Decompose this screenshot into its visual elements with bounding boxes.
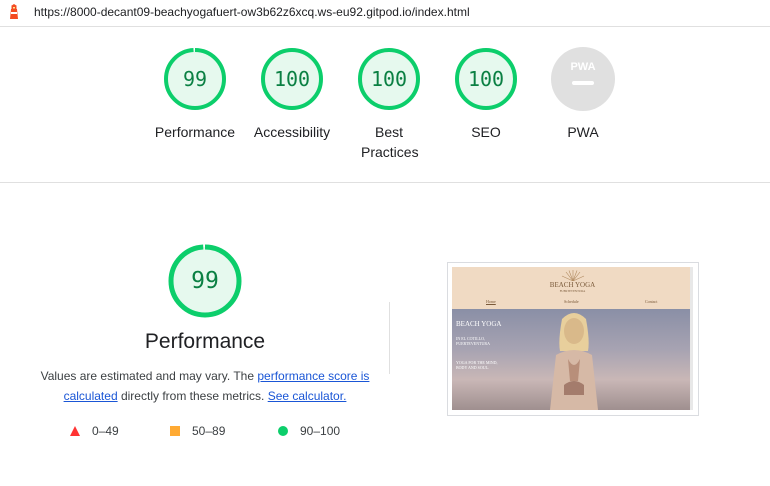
performance-description: Values are estimated and may vary. The p… [40, 366, 370, 406]
label-pwa: PWA [567, 124, 599, 140]
label-seo: SEO [471, 124, 501, 140]
legend-fail: 0–49 [70, 424, 119, 438]
pwa-badge-icon: PWA [551, 47, 615, 111]
screenshot-page: BEACH YOGA FUERTEVENTURA Home Schedule C… [452, 267, 693, 410]
screenshot-nav-home: Home [486, 299, 496, 304]
legend-range: 0–49 [92, 424, 119, 438]
score-value: 99 [182, 67, 208, 91]
gauge-performance[interactable]: 99 [163, 47, 227, 111]
gauge-best-practices[interactable]: 100 [357, 47, 421, 111]
triangle-red-icon [70, 426, 80, 436]
screenshot-logo-sub: FUERTEVENTURA [559, 289, 586, 293]
sun-logo-icon [561, 270, 585, 281]
score-value: 100 [370, 67, 408, 91]
label-accessibility: Accessibility [253, 124, 331, 140]
screenshot-logo: BEACH YOGA [549, 281, 596, 289]
label-performance: Performance [154, 124, 236, 140]
legend-average: 50–89 [170, 424, 225, 438]
yoga-person-image [550, 313, 598, 410]
calculator-link[interactable]: See calculator. [268, 389, 347, 403]
score-value: 100 [467, 67, 505, 91]
score-value: 100 [273, 67, 311, 91]
section-divider [0, 182, 770, 183]
screenshot-nav-contact: Contact [645, 299, 658, 304]
svg-text:PWA: PWA [570, 61, 595, 73]
desc-middle: directly from these metrics. [120, 389, 265, 403]
desc-prefix: Values are estimated and may vary. The [40, 369, 255, 383]
label-best-practices: Best Practices [361, 124, 419, 160]
screenshot-hero-title: BEACH YOGA [456, 320, 502, 328]
screenshot-hero-line4: BODY AND SOUL. [456, 365, 490, 370]
screenshot-scrollbar [690, 267, 693, 410]
legend-pass: 90–100 [278, 424, 340, 438]
legend-range: 50–89 [192, 424, 226, 438]
legend-range: 90–100 [300, 424, 341, 438]
gauge-seo[interactable]: 100 [454, 47, 518, 111]
lighthouse-icon [10, 4, 18, 19]
performance-title: Performance [144, 330, 266, 353]
address-bar: https://8000-decant09-beachyogafuert-ow3… [0, 0, 770, 27]
gauge-pwa[interactable]: PWA [551, 47, 615, 111]
gauge-accessibility[interactable]: 100 [260, 47, 324, 111]
url-text[interactable]: https://8000-decant09-beachyogafuert-ow3… [34, 5, 470, 19]
square-orange-icon [170, 426, 180, 436]
performance-score: 99 [191, 268, 219, 294]
vertical-divider [389, 302, 390, 374]
screenshot-header: BEACH YOGA FUERTEVENTURA Home Schedule C… [452, 267, 693, 309]
screenshot-hero-line2: FUERTEVENTURA [456, 341, 490, 346]
final-screenshot[interactable]: BEACH YOGA FUERTEVENTURA Home Schedule C… [447, 262, 699, 416]
circle-green-icon [278, 426, 288, 436]
performance-gauge: 99 [168, 244, 242, 318]
screenshot-nav-schedule: Schedule [564, 299, 579, 304]
